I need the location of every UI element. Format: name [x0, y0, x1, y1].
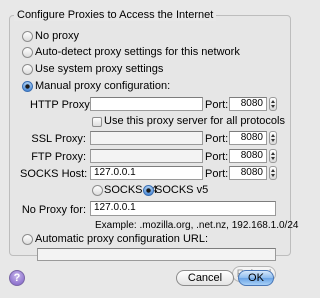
system-proxy-radio[interactable] — [22, 64, 33, 75]
ftp-port-stepper[interactable] — [269, 149, 277, 163]
auto-config-url-label: Automatic proxy configuration URL: — [35, 233, 209, 245]
no-proxy-for-input[interactable]: 127.0.0.1 — [90, 201, 276, 216]
socks-port-stepper[interactable] — [269, 166, 277, 180]
help-icon[interactable]: ? — [9, 270, 25, 286]
socks-v4-radio[interactable] — [92, 185, 103, 196]
socks-v5-label: SOCKS v5 — [155, 184, 209, 196]
http-port-stepper[interactable] — [269, 97, 277, 111]
socks-port-input[interactable]: 8080 — [229, 166, 267, 180]
socks-port-label: Port: — [205, 168, 229, 180]
http-proxy-input[interactable] — [90, 97, 203, 111]
manual-proxy-label: Manual proxy configuration: — [35, 80, 171, 92]
ssl-port-input[interactable]: 8080 — [229, 131, 267, 145]
http-port-input[interactable]: 8080 — [229, 97, 267, 111]
auto-detect-radio[interactable] — [22, 47, 33, 58]
cancel-button[interactable]: Cancel — [176, 270, 234, 286]
ssl-port-stepper[interactable] — [269, 131, 277, 145]
ssl-proxy-input[interactable] — [90, 131, 203, 145]
no-proxy-label: No proxy — [35, 30, 80, 42]
ok-button[interactable]: OK — [238, 270, 274, 286]
http-port-label: Port: — [205, 99, 229, 111]
auto-config-url-input[interactable] — [37, 248, 276, 261]
dialog-title: Configure Proxies to Access the Internet — [14, 9, 217, 21]
auto-config-url-radio[interactable] — [22, 234, 33, 245]
use-same-proxy-checkbox[interactable] — [92, 117, 102, 127]
auto-detect-label: Auto-detect proxy settings for this netw… — [35, 46, 240, 58]
socks-v5-radio[interactable] — [143, 185, 154, 196]
ftp-proxy-input[interactable] — [90, 149, 203, 163]
no-proxy-radio[interactable] — [22, 31, 33, 42]
manual-proxy-radio[interactable] — [22, 81, 33, 92]
ftp-proxy-label: FTP Proxy: — [31, 151, 86, 163]
no-proxy-example-text: Example: .mozilla.org, .net.nz, 192.168.… — [95, 220, 299, 231]
ftp-port-input[interactable]: 8080 — [229, 149, 267, 163]
socks-host-input[interactable]: 127.0.0.1 — [90, 166, 203, 180]
socks-host-label: SOCKS Host: — [20, 168, 88, 180]
use-same-proxy-label: Use this proxy server for all protocols — [104, 115, 285, 127]
ssl-proxy-label: SSL Proxy: — [31, 133, 86, 145]
http-proxy-label: HTTP Proxy: — [30, 99, 93, 111]
ssl-port-label: Port: — [205, 133, 229, 145]
no-proxy-for-label: No Proxy for: — [21, 204, 86, 216]
ftp-port-label: Port: — [205, 151, 229, 163]
system-proxy-label: Use system proxy settings — [35, 63, 164, 75]
